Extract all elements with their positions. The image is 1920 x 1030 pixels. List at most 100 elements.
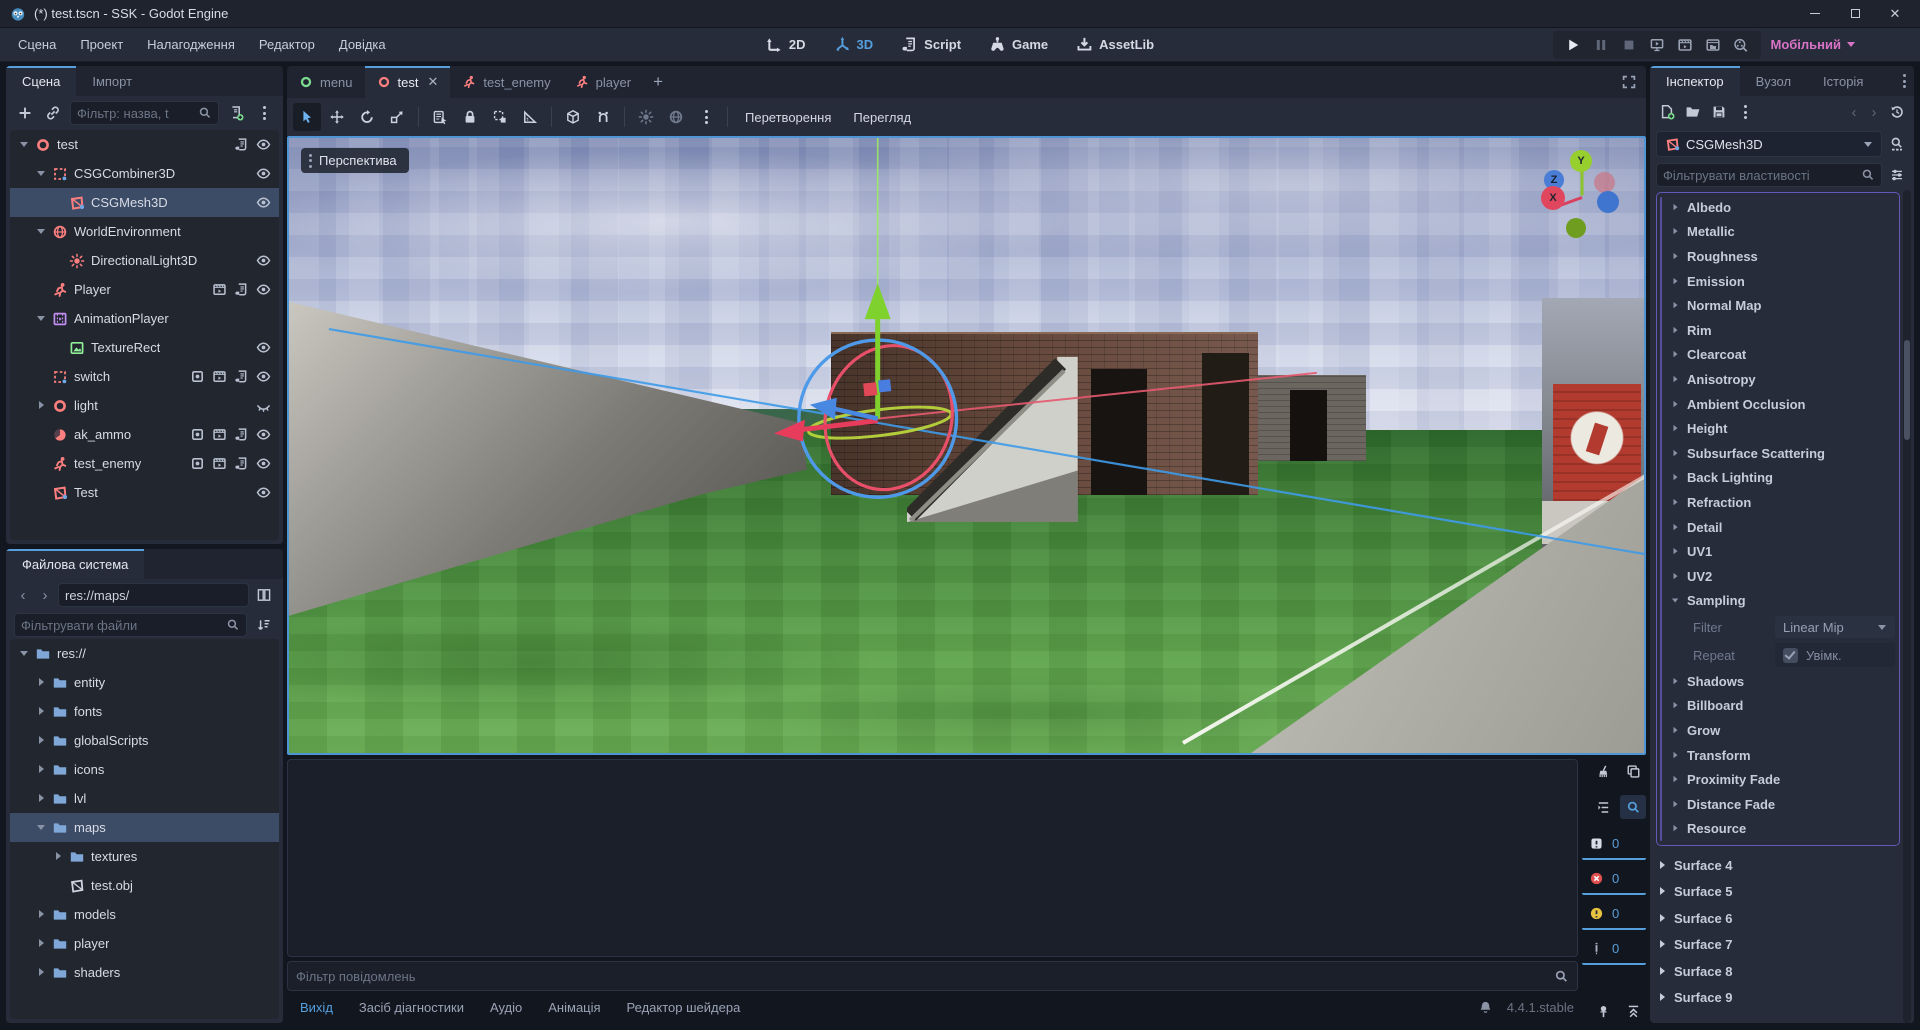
clear-output-button[interactable] xyxy=(1590,759,1616,783)
property-section[interactable]: Shadows xyxy=(1671,669,1895,694)
expander-icon[interactable] xyxy=(37,372,46,381)
property-section[interactable]: UV1 xyxy=(1671,539,1895,564)
scene-tree-row[interactable]: CSGMesh3D xyxy=(10,188,279,217)
file-tree-row[interactable]: res:// xyxy=(10,639,279,668)
expander-icon[interactable] xyxy=(20,140,29,149)
expander-icon[interactable] xyxy=(54,256,63,265)
snap-toggle-button[interactable] xyxy=(589,103,617,131)
axis-y-ball[interactable]: Y xyxy=(1570,150,1592,172)
property-section[interactable]: Normal Map xyxy=(1671,293,1895,318)
eye-icon[interactable] xyxy=(256,340,271,355)
scale-mode-button[interactable] xyxy=(383,103,411,131)
eyeclosed-icon[interactable] xyxy=(256,398,271,413)
slot-icon[interactable] xyxy=(190,427,205,442)
clapper-icon[interactable] xyxy=(212,369,227,384)
scene-tab[interactable]: test ✕ xyxy=(364,66,451,98)
eye-icon[interactable] xyxy=(256,369,271,384)
property-section[interactable]: UV2 xyxy=(1671,564,1895,589)
inspector-menu-button[interactable] xyxy=(1895,66,1914,96)
toggle-warnings-filter[interactable]: 0 xyxy=(1582,899,1646,930)
property-section[interactable]: Grow xyxy=(1671,718,1895,743)
play-button[interactable] xyxy=(1561,34,1585,56)
scene-tree-menu-button[interactable] xyxy=(253,102,275,124)
property-section[interactable]: Refraction xyxy=(1671,490,1895,515)
workspace-tab[interactable]: 3D xyxy=(825,32,883,57)
scene-filter-field[interactable] xyxy=(70,101,219,125)
collapse-duplicates-button[interactable] xyxy=(1590,795,1616,819)
scene-tree-row[interactable]: DirectionalLight3D xyxy=(10,246,279,275)
expander-icon[interactable] xyxy=(37,227,46,236)
property-section[interactable]: Detail xyxy=(1671,515,1895,540)
fs-sort-button[interactable] xyxy=(253,614,275,636)
scene-tab[interactable]: menu xyxy=(287,66,365,98)
bottom-tab[interactable]: Вихід xyxy=(287,991,346,1023)
resource-menu-button[interactable] xyxy=(1734,101,1756,123)
sun-environment-menu-button[interactable] xyxy=(692,103,720,131)
axis-neg-x-ball[interactable] xyxy=(1594,172,1615,193)
workspace-tab[interactable]: Game xyxy=(980,32,1057,57)
expander-icon[interactable] xyxy=(37,794,46,803)
load-resource-button[interactable] xyxy=(1682,101,1704,123)
scene-tree-row[interactable]: WorldEnvironment xyxy=(10,217,279,246)
output-log[interactable] xyxy=(287,759,1578,957)
script-icon[interactable] xyxy=(234,282,249,297)
expander-icon[interactable] xyxy=(37,430,46,439)
expander-icon[interactable] xyxy=(37,401,46,410)
surface-section[interactable]: Surface 8 xyxy=(1656,958,1900,984)
local-space-button[interactable] xyxy=(559,103,587,131)
file-tree-row[interactable]: lvl xyxy=(10,784,279,813)
nav-forward-button[interactable]: › xyxy=(36,584,54,606)
inspector-tools-button[interactable] xyxy=(1886,164,1908,186)
preview-sun-button[interactable] xyxy=(632,103,660,131)
expander-icon[interactable] xyxy=(20,649,29,658)
workspace-tab[interactable]: 2D xyxy=(757,32,815,57)
slot-icon[interactable] xyxy=(190,456,205,471)
scene-tab[interactable]: player xyxy=(563,66,643,98)
dock-tab[interactable]: Інспектор xyxy=(1650,66,1740,96)
history-forward-button[interactable]: › xyxy=(1866,104,1882,121)
surface-section[interactable]: Surface 9 xyxy=(1656,984,1900,1010)
inspector-scrollbar[interactable] xyxy=(1903,190,1911,1023)
dock-tab[interactable]: Історія xyxy=(1807,66,1879,96)
expander-icon[interactable] xyxy=(37,910,46,919)
file-tree-row[interactable]: globalScripts xyxy=(10,726,279,755)
workspace-tab[interactable]: Script xyxy=(892,32,970,57)
fs-path-field[interactable] xyxy=(58,583,249,607)
expander-icon[interactable] xyxy=(54,852,63,861)
edit-history-button[interactable] xyxy=(1886,101,1908,123)
show-search-button[interactable] xyxy=(1620,795,1646,819)
expander-icon[interactable] xyxy=(37,823,46,832)
pin-panel-button[interactable] xyxy=(1590,999,1616,1023)
property-section[interactable]: Emission xyxy=(1671,269,1895,294)
expand-panel-button[interactable] xyxy=(1620,999,1646,1023)
property-section[interactable]: Back Lighting xyxy=(1671,466,1895,491)
export-profile-dropdown[interactable]: Мобільний xyxy=(1771,37,1913,52)
property-section[interactable]: Clearcoat xyxy=(1671,343,1895,368)
property-section[interactable]: Subsurface Scattering xyxy=(1671,441,1895,466)
eye-icon[interactable] xyxy=(256,456,271,471)
output-filter-input[interactable] xyxy=(296,968,1548,984)
script-icon[interactable] xyxy=(234,369,249,384)
file-tree-row[interactable]: shaders xyxy=(10,958,279,987)
surface-section[interactable]: Surface 7 xyxy=(1656,931,1900,957)
surface-section[interactable]: Surface 6 xyxy=(1656,905,1900,931)
move-mode-button[interactable] xyxy=(323,103,351,131)
surface-section[interactable]: Surface 5 xyxy=(1656,879,1900,905)
scene-tree-row[interactable]: switch xyxy=(10,362,279,391)
file-tree-row[interactable]: entity xyxy=(10,668,279,697)
clapper-icon[interactable] xyxy=(212,282,227,297)
file-tree-row[interactable]: player xyxy=(10,929,279,958)
eye-icon[interactable] xyxy=(256,137,271,152)
property-section[interactable]: Anisotropy xyxy=(1671,367,1895,392)
preview-environment-button[interactable] xyxy=(662,103,690,131)
split-view-button[interactable] xyxy=(253,584,275,606)
bottom-tab[interactable]: Редактор шейдера xyxy=(614,991,754,1023)
remote-debug-button[interactable] xyxy=(1645,34,1669,56)
rotate-mode-button[interactable] xyxy=(353,103,381,131)
clapper-icon[interactable] xyxy=(212,427,227,442)
property-section[interactable]: Billboard xyxy=(1671,694,1895,719)
scene-tree-row[interactable]: test xyxy=(10,130,279,159)
expander-icon[interactable] xyxy=(37,939,46,948)
bottom-tab[interactable]: Засіб діагностики xyxy=(346,991,477,1023)
surface-section[interactable]: Surface 4 xyxy=(1656,852,1900,878)
